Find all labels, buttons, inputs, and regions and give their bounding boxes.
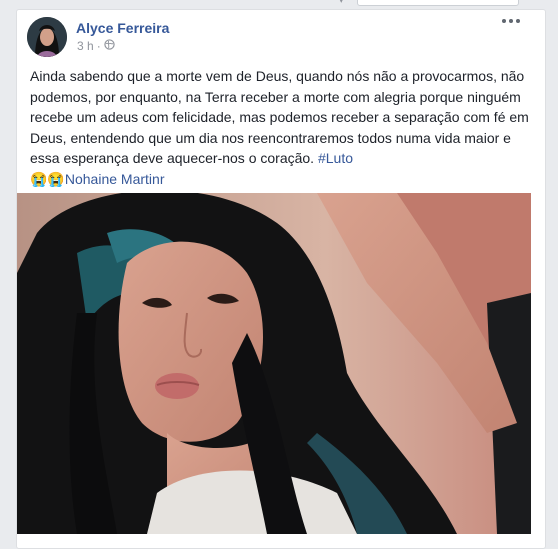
post-author-name[interactable]: Alyce Ferreira [76,20,169,36]
crying-emoji: 😭😭 [30,170,65,187]
avatar[interactable] [27,17,67,57]
tagged-person-link[interactable]: Nohaine Martinr [65,171,165,187]
post-meta: 3 h · [77,39,115,53]
top-input-field[interactable] [357,0,519,6]
more-options-icon[interactable] [502,14,524,28]
post-text: Ainda sabendo que a morte vem de Deus, q… [30,66,530,189]
globe-icon[interactable] [104,39,115,53]
chevron-down-icon[interactable]: ▾ [339,0,347,5]
post-body-text: Ainda sabendo que a morte vem de Deus, q… [30,68,529,166]
post-photo[interactable] [17,193,531,534]
hashtag-link[interactable]: #Luto [318,150,353,166]
post-timestamp[interactable]: 3 h [77,39,94,53]
meta-separator: · [96,39,101,53]
